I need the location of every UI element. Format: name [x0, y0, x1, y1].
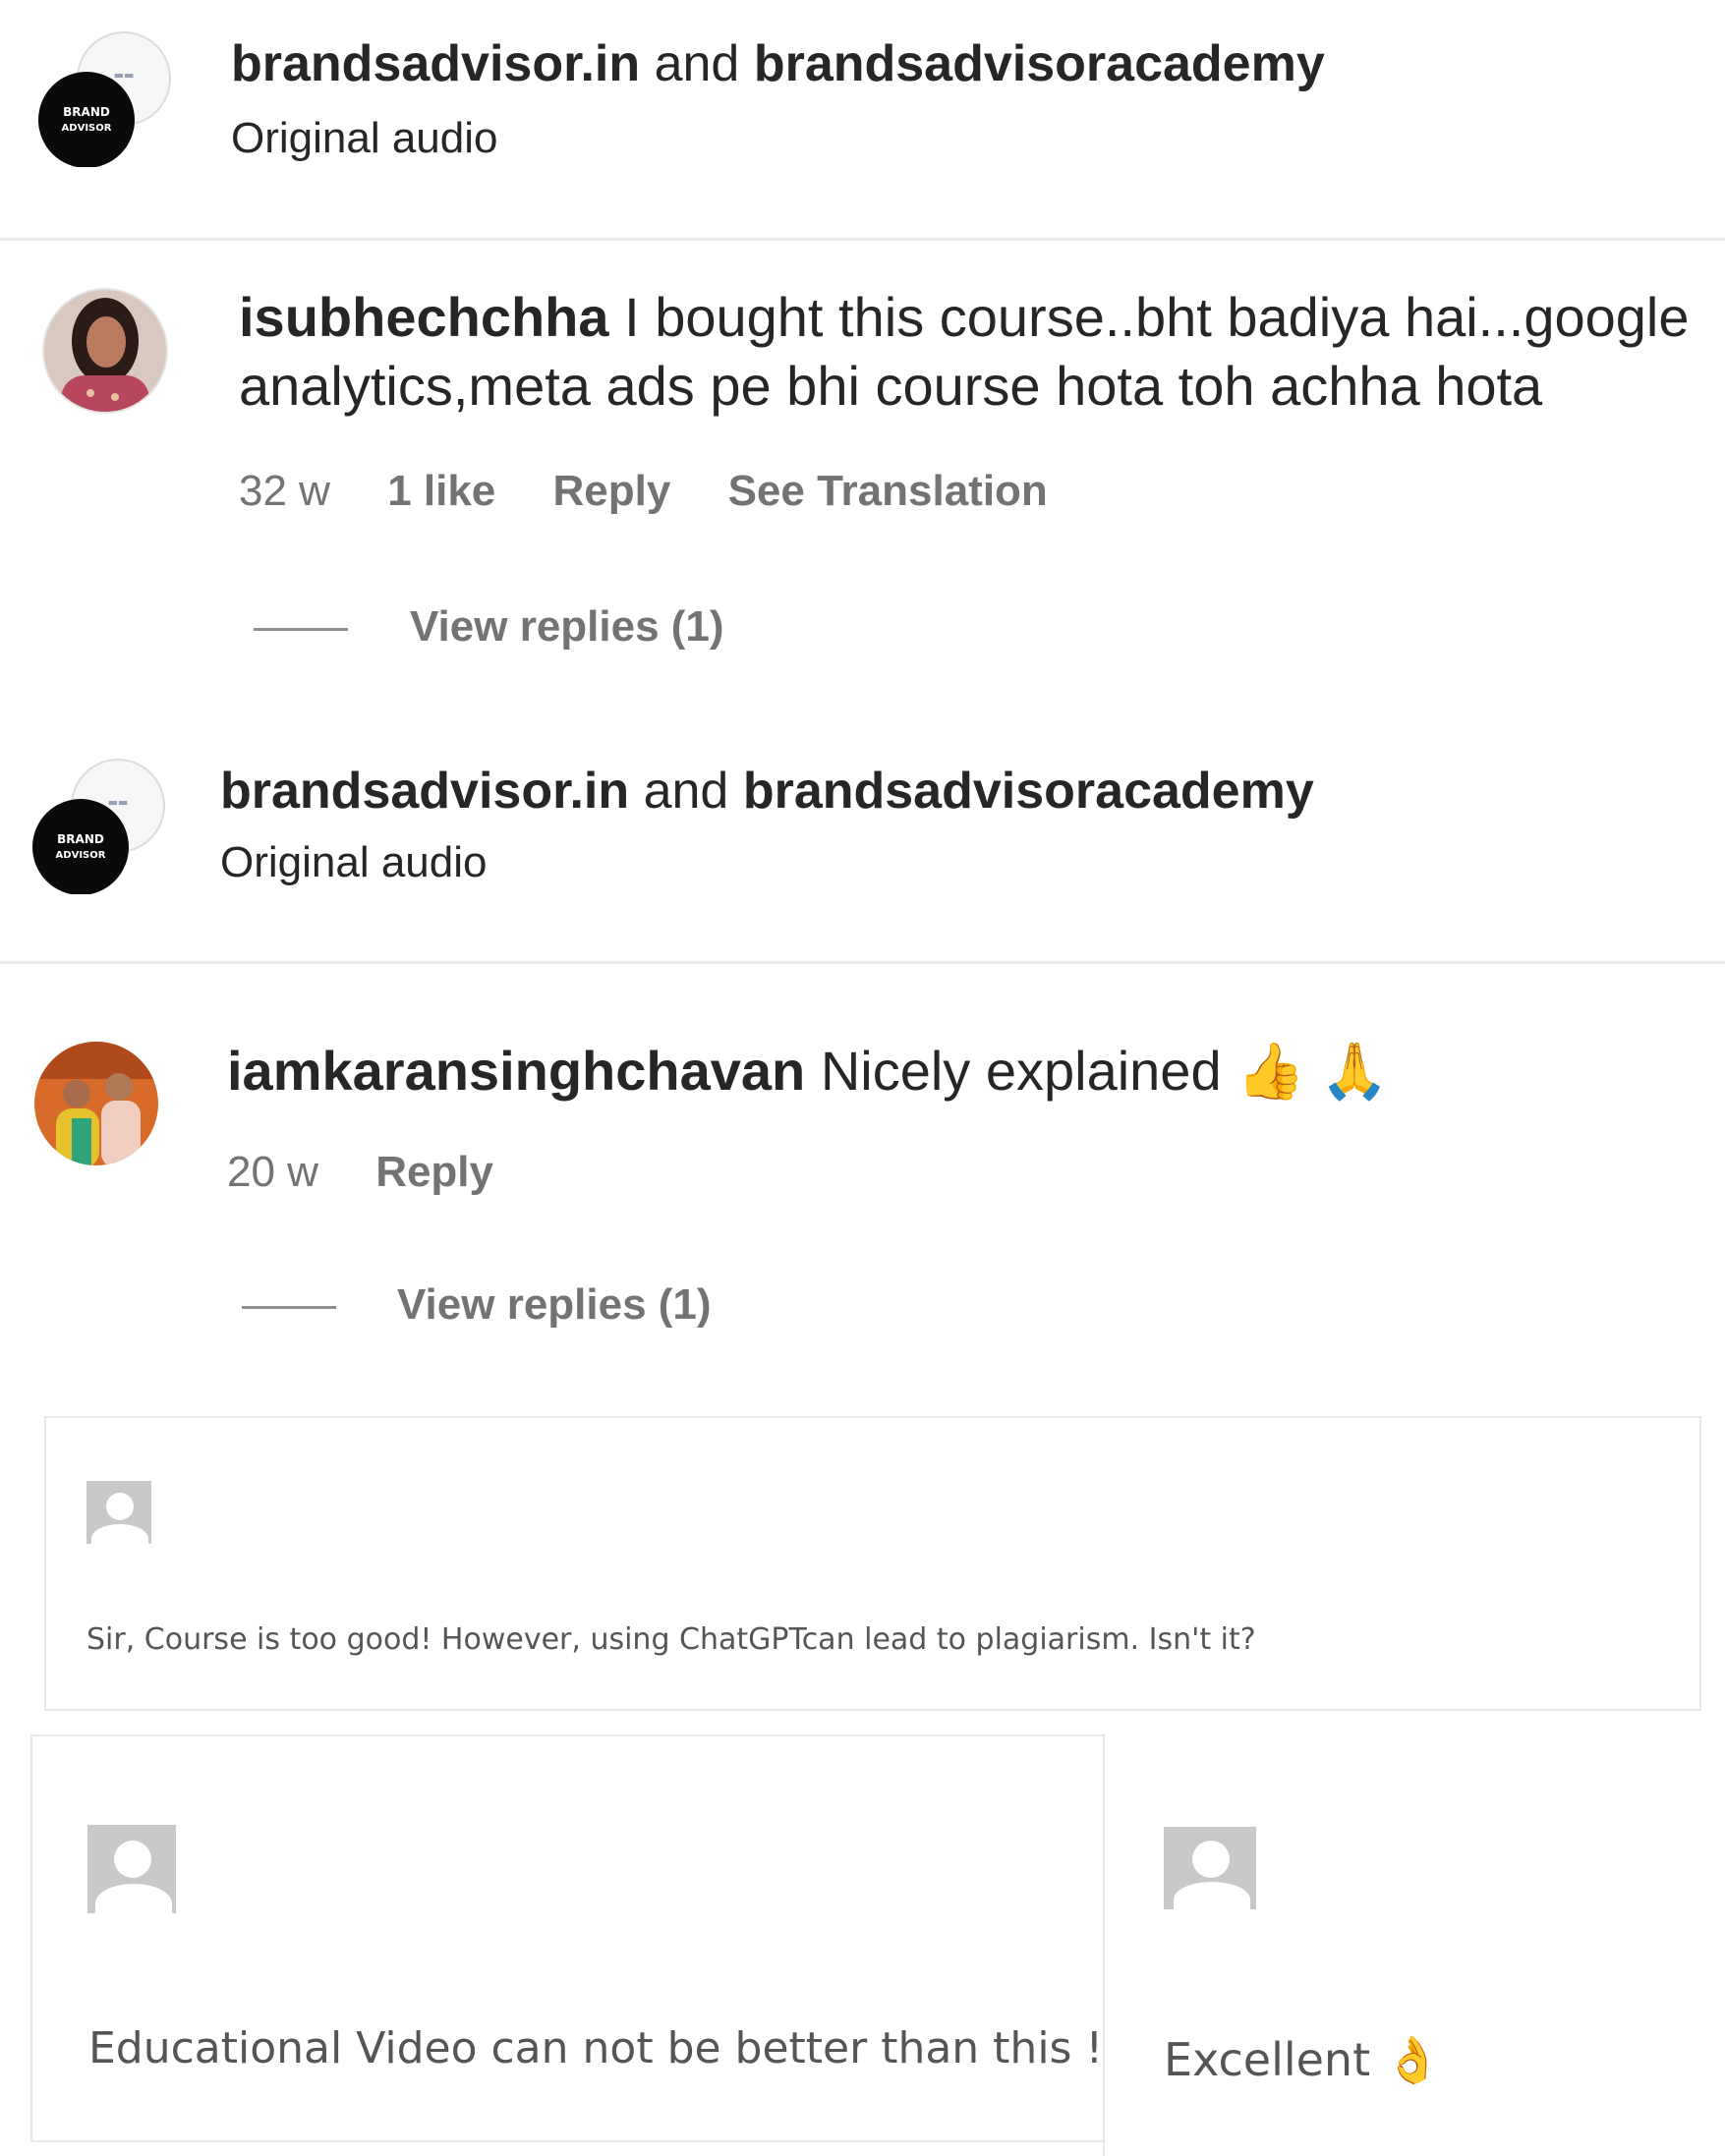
- svg-text:BRAND: BRAND: [57, 832, 104, 846]
- replies-line: [254, 628, 348, 631]
- comment-username[interactable]: iamkaransinghchavan: [227, 1040, 805, 1102]
- audio-subtitle[interactable]: Original audio: [220, 837, 488, 888]
- avatar-placeholder-icon: [86, 1481, 151, 1544]
- like-count[interactable]: 1 like: [387, 467, 495, 515]
- comment: iamkaransinghchavan Nicely explained 👍 🙏…: [0, 1037, 1725, 1351]
- avatar-placeholder-icon: [1164, 1827, 1256, 1909]
- account-name-2[interactable]: brandsadvisoracademy: [754, 35, 1325, 92]
- view-replies-button[interactable]: View replies (1): [397, 1279, 712, 1331]
- see-translation-button[interactable]: See Translation: [728, 467, 1048, 515]
- divider: [0, 961, 1725, 964]
- svg-text:BRAND: BRAND: [63, 105, 110, 119]
- comment-time[interactable]: 20 w: [227, 1148, 318, 1196]
- comment: isubhechchha I bought this course..bht b…: [0, 285, 1725, 678]
- avatar-placeholder-icon: [87, 1825, 176, 1913]
- svg-text:ADVISOR: ADVISOR: [62, 123, 112, 134]
- account-name-2[interactable]: brandsadvisoracademy: [743, 763, 1314, 820]
- brand-advisor-avatar-icon[interactable]: ▬▬ BRAND ADVISOR: [29, 757, 167, 894]
- comment-time[interactable]: 32 w: [239, 467, 330, 515]
- audio-title: brandsadvisor.in and brandsadvisoracadem…: [220, 762, 1314, 821]
- svg-text:▬▬: ▬▬: [108, 796, 129, 809]
- reply-button[interactable]: Reply: [375, 1148, 493, 1196]
- user-avatar-icon[interactable]: [41, 287, 169, 415]
- replies-line: [242, 1306, 336, 1309]
- view-replies-button[interactable]: View replies (1): [410, 601, 724, 652]
- audio-subtitle[interactable]: Original audio: [231, 113, 498, 164]
- svg-text:▬▬: ▬▬: [114, 69, 135, 82]
- joiner: and: [643, 763, 729, 820]
- account-name-1[interactable]: brandsadvisor.in: [231, 35, 640, 92]
- audio-row[interactable]: ▬▬ BRAND ADVISOR brandsadvisor.in and br…: [0, 757, 1725, 904]
- comment-card: Sir, Course is too good! However, using …: [44, 1416, 1701, 1711]
- joiner: and: [654, 35, 740, 92]
- comment-body: iamkaransinghchavan Nicely explained 👍 🙏: [227, 1037, 1682, 1106]
- comment-meta: 32 w 1 like Reply See Translation: [239, 466, 1093, 517]
- comment-text: Sir, Course is too good! However, using …: [86, 1622, 1256, 1657]
- user-avatar-icon[interactable]: [32, 1040, 160, 1167]
- account-name-1[interactable]: brandsadvisor.in: [220, 763, 629, 820]
- svg-text:ADVISOR: ADVISOR: [56, 850, 106, 861]
- audio-title: brandsadvisor.in and brandsadvisoracadem…: [231, 34, 1325, 93]
- comment-text: Educational Video can not be better than…: [88, 2023, 1104, 2073]
- audio-row[interactable]: ▬▬ BRAND ADVISOR brandsadvisor.in and br…: [0, 29, 1725, 177]
- reply-button[interactable]: Reply: [553, 467, 671, 515]
- comment-body: isubhechchha I bought this course..bht b…: [239, 283, 1694, 421]
- brand-advisor-avatar-icon[interactable]: ▬▬ BRAND ADVISOR: [35, 29, 173, 167]
- comment-meta: 20 w Reply: [227, 1147, 539, 1198]
- comment-text: Nicely explained 👍 🙏: [820, 1040, 1390, 1102]
- comment-username[interactable]: isubhechchha: [239, 286, 609, 348]
- divider: [0, 238, 1725, 241]
- comment-card: Educational Video can not be better than…: [30, 1734, 1106, 2142]
- comment-card: Excellent 👌: [1105, 1734, 1725, 2156]
- comment-text: Excellent 👌: [1164, 2033, 1442, 2086]
